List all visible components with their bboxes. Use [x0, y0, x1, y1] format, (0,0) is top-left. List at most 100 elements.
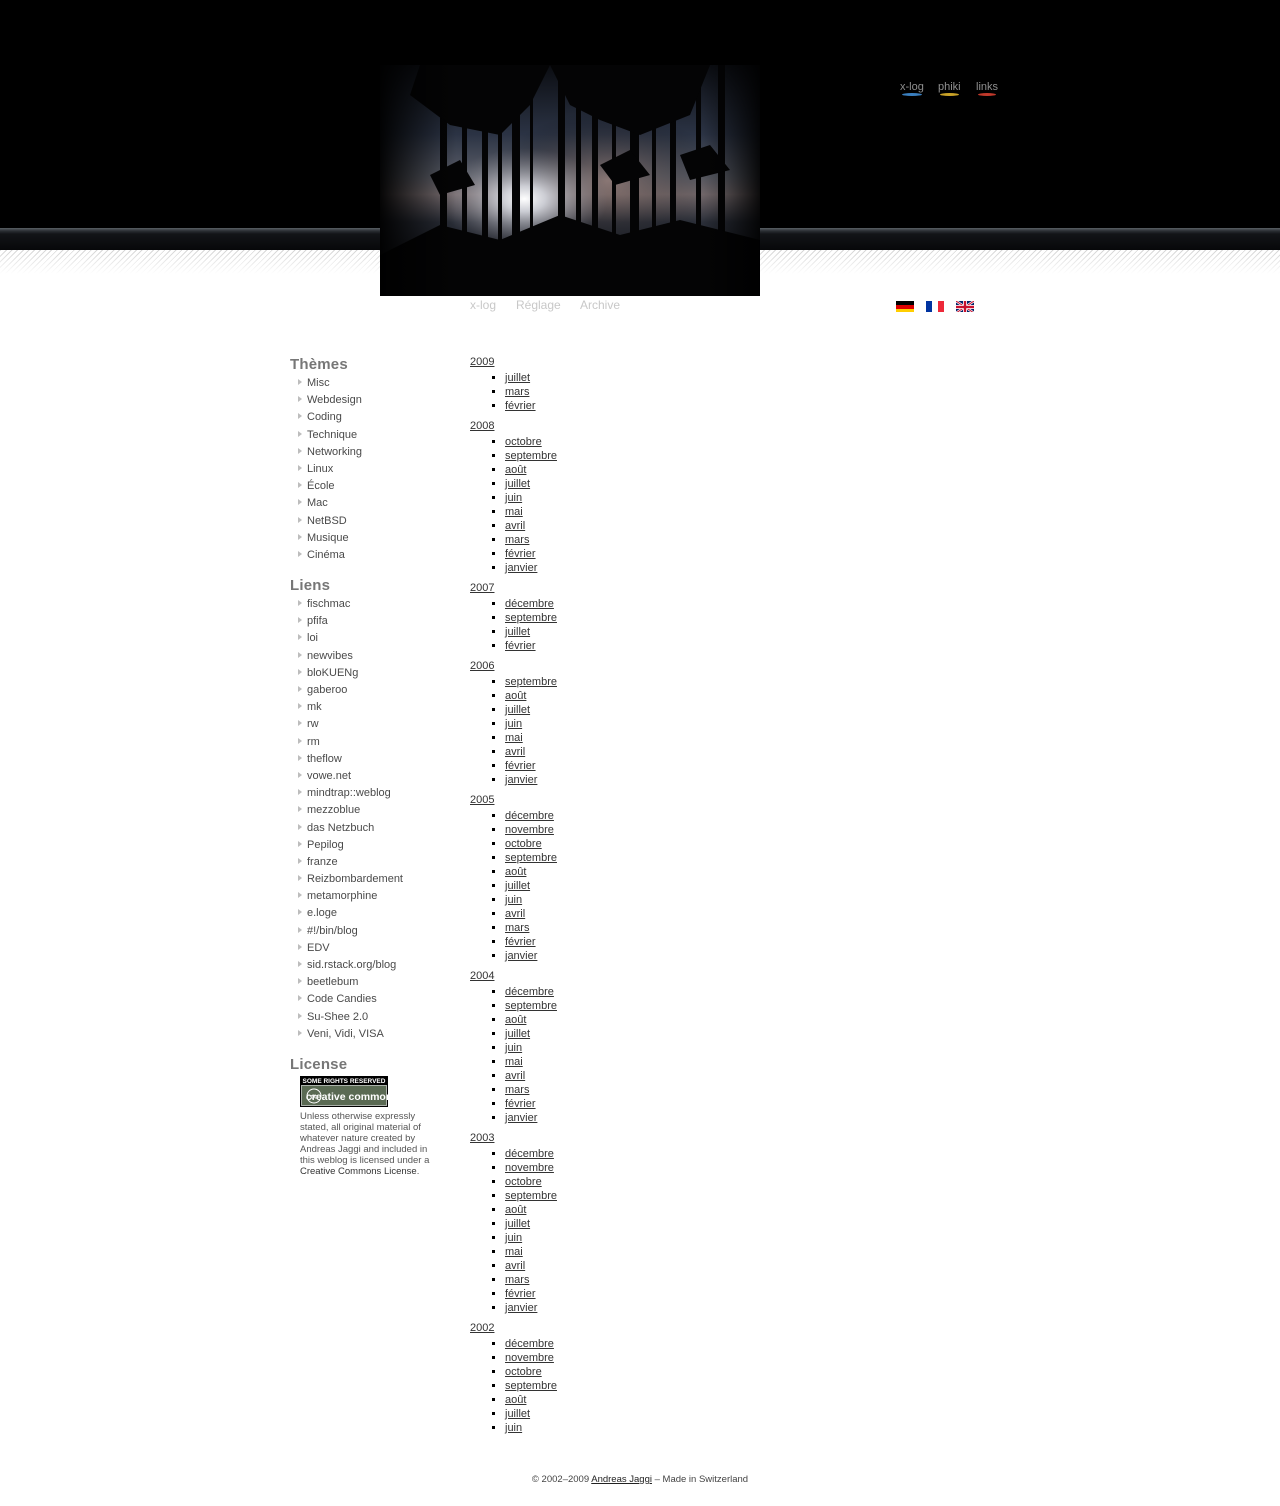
month-link[interactable]: avril: [505, 520, 525, 532]
blog-link-theflow[interactable]: theflow: [307, 753, 342, 765]
blog-link-e-loge[interactable]: e.loge: [307, 907, 337, 919]
month-link[interactable]: février: [505, 1098, 536, 1110]
theme-link-coding[interactable]: Coding: [307, 411, 342, 423]
month-link[interactable]: mars: [505, 386, 529, 398]
blog-link-reizbombardement[interactable]: Reizbombardement: [307, 873, 403, 885]
month-link[interactable]: février: [505, 640, 536, 652]
month-link[interactable]: mars: [505, 534, 529, 546]
blog-link-code-candies[interactable]: Code Candies: [307, 993, 377, 1005]
month-link[interactable]: octobre: [505, 838, 542, 850]
month-link[interactable]: novembre: [505, 824, 554, 836]
month-link[interactable]: septembre: [505, 1380, 557, 1392]
month-link[interactable]: septembre: [505, 852, 557, 864]
month-link[interactable]: juin: [505, 1232, 522, 1244]
theme-link-cinema[interactable]: Cinéma: [307, 549, 345, 561]
month-link[interactable]: septembre: [505, 612, 557, 624]
theme-link-misc[interactable]: Misc: [307, 377, 330, 389]
month-link[interactable]: juillet: [505, 372, 530, 384]
month-link[interactable]: avril: [505, 908, 525, 920]
month-link[interactable]: mai: [505, 506, 523, 518]
sub-nav-settings[interactable]: Réglage: [516, 298, 561, 312]
blog-link-veni-vidi-visa[interactable]: Veni, Vidi, VISA: [307, 1028, 384, 1040]
blog-link-pfifa[interactable]: pfifa: [307, 615, 328, 627]
de-flag-icon[interactable]: [896, 300, 914, 312]
blog-link-mezzoblue[interactable]: mezzoblue: [307, 804, 360, 816]
month-link[interactable]: mai: [505, 1056, 523, 1068]
month-link[interactable]: octobre: [505, 1366, 542, 1378]
year-link[interactable]: 2008: [470, 419, 557, 433]
month-link[interactable]: février: [505, 400, 536, 412]
blog-link-pepilog[interactable]: Pepilog: [307, 839, 344, 851]
month-link[interactable]: mai: [505, 1246, 523, 1258]
month-link[interactable]: juillet: [505, 704, 530, 716]
license-link[interactable]: Creative Commons License: [300, 1166, 417, 1177]
month-link[interactable]: juillet: [505, 478, 530, 490]
month-link[interactable]: juillet: [505, 626, 530, 638]
blog-link-rm[interactable]: rm: [307, 736, 320, 748]
theme-link-netbsd[interactable]: NetBSD: [307, 515, 347, 527]
month-link[interactable]: avril: [505, 1070, 525, 1082]
month-link[interactable]: juillet: [505, 880, 530, 892]
month-link[interactable]: novembre: [505, 1352, 554, 1364]
month-link[interactable]: août: [505, 1394, 526, 1406]
month-link[interactable]: août: [505, 1014, 526, 1026]
month-link[interactable]: avril: [505, 746, 525, 758]
sub-nav-xlog[interactable]: x-log: [470, 298, 496, 312]
month-link[interactable]: novembre: [505, 1162, 554, 1174]
month-link[interactable]: juillet: [505, 1028, 530, 1040]
blog-link-franze[interactable]: franze: [307, 856, 338, 868]
month-link[interactable]: juin: [505, 718, 522, 730]
theme-link-networking[interactable]: Networking: [307, 446, 362, 458]
month-link[interactable]: février: [505, 760, 536, 772]
sub-nav-archive[interactable]: Archive: [580, 298, 620, 312]
month-link[interactable]: juin: [505, 894, 522, 906]
blog-link-bin-blog[interactable]: #!/bin/blog: [307, 925, 358, 937]
blog-link-sid-rstack-org-blog[interactable]: sid.rstack.org/blog: [307, 959, 396, 971]
month-link[interactable]: septembre: [505, 450, 557, 462]
month-link[interactable]: janvier: [505, 562, 537, 574]
blog-link-das-netzbuch[interactable]: das Netzbuch: [307, 822, 374, 834]
blog-link-gaberoo[interactable]: gaberoo: [307, 684, 347, 696]
year-link[interactable]: 2005: [470, 793, 557, 807]
year-link[interactable]: 2004: [470, 969, 557, 983]
top-nav-links[interactable]: links: [976, 81, 998, 96]
theme-link-technique[interactable]: Technique: [307, 429, 357, 441]
theme-link-webdesign[interactable]: Webdesign: [307, 394, 362, 406]
month-link[interactable]: février: [505, 936, 536, 948]
month-link[interactable]: avril: [505, 1260, 525, 1272]
month-link[interactable]: juin: [505, 1042, 522, 1054]
theme-link-mac[interactable]: Mac: [307, 497, 328, 509]
blog-link-loi[interactable]: loi: [307, 632, 318, 644]
month-link[interactable]: décembre: [505, 810, 554, 822]
blog-link-vowe-net[interactable]: vowe.net: [307, 770, 351, 782]
year-link[interactable]: 2007: [470, 581, 557, 595]
gb-flag-icon[interactable]: [956, 300, 974, 312]
month-link[interactable]: août: [505, 866, 526, 878]
creative-commons-badge[interactable]: SOME RIGHTS RESERVED cc creative commons: [300, 1075, 388, 1107]
month-link[interactable]: mars: [505, 1084, 529, 1096]
month-link[interactable]: octobre: [505, 1176, 542, 1188]
blog-link-blokueng[interactable]: bloKUENg: [307, 667, 358, 679]
year-link[interactable]: 2006: [470, 659, 557, 673]
blog-link-fischmac[interactable]: fischmac: [307, 598, 350, 610]
top-nav-phiki[interactable]: phiki: [938, 81, 961, 96]
month-link[interactable]: décembre: [505, 1148, 554, 1160]
fr-flag-icon[interactable]: [926, 300, 944, 312]
blog-link-rw[interactable]: rw: [307, 718, 319, 730]
theme-link-ecole[interactable]: École: [307, 480, 335, 492]
month-link[interactable]: janvier: [505, 1112, 537, 1124]
theme-link-musique[interactable]: Musique: [307, 532, 349, 544]
month-link[interactable]: août: [505, 1204, 526, 1216]
month-link[interactable]: octobre: [505, 436, 542, 448]
month-link[interactable]: décembre: [505, 986, 554, 998]
month-link[interactable]: février: [505, 548, 536, 560]
blog-link-mindtrap-weblog[interactable]: mindtrap::weblog: [307, 787, 391, 799]
month-link[interactable]: juin: [505, 1422, 522, 1434]
month-link[interactable]: août: [505, 464, 526, 476]
blog-link-edv[interactable]: EDV: [307, 942, 330, 954]
top-nav-xlog[interactable]: x-log: [900, 81, 924, 96]
blog-link-mk[interactable]: mk: [307, 701, 322, 713]
month-link[interactable]: juillet: [505, 1218, 530, 1230]
month-link[interactable]: janvier: [505, 950, 537, 962]
blog-link-beetlebum[interactable]: beetlebum: [307, 976, 358, 988]
